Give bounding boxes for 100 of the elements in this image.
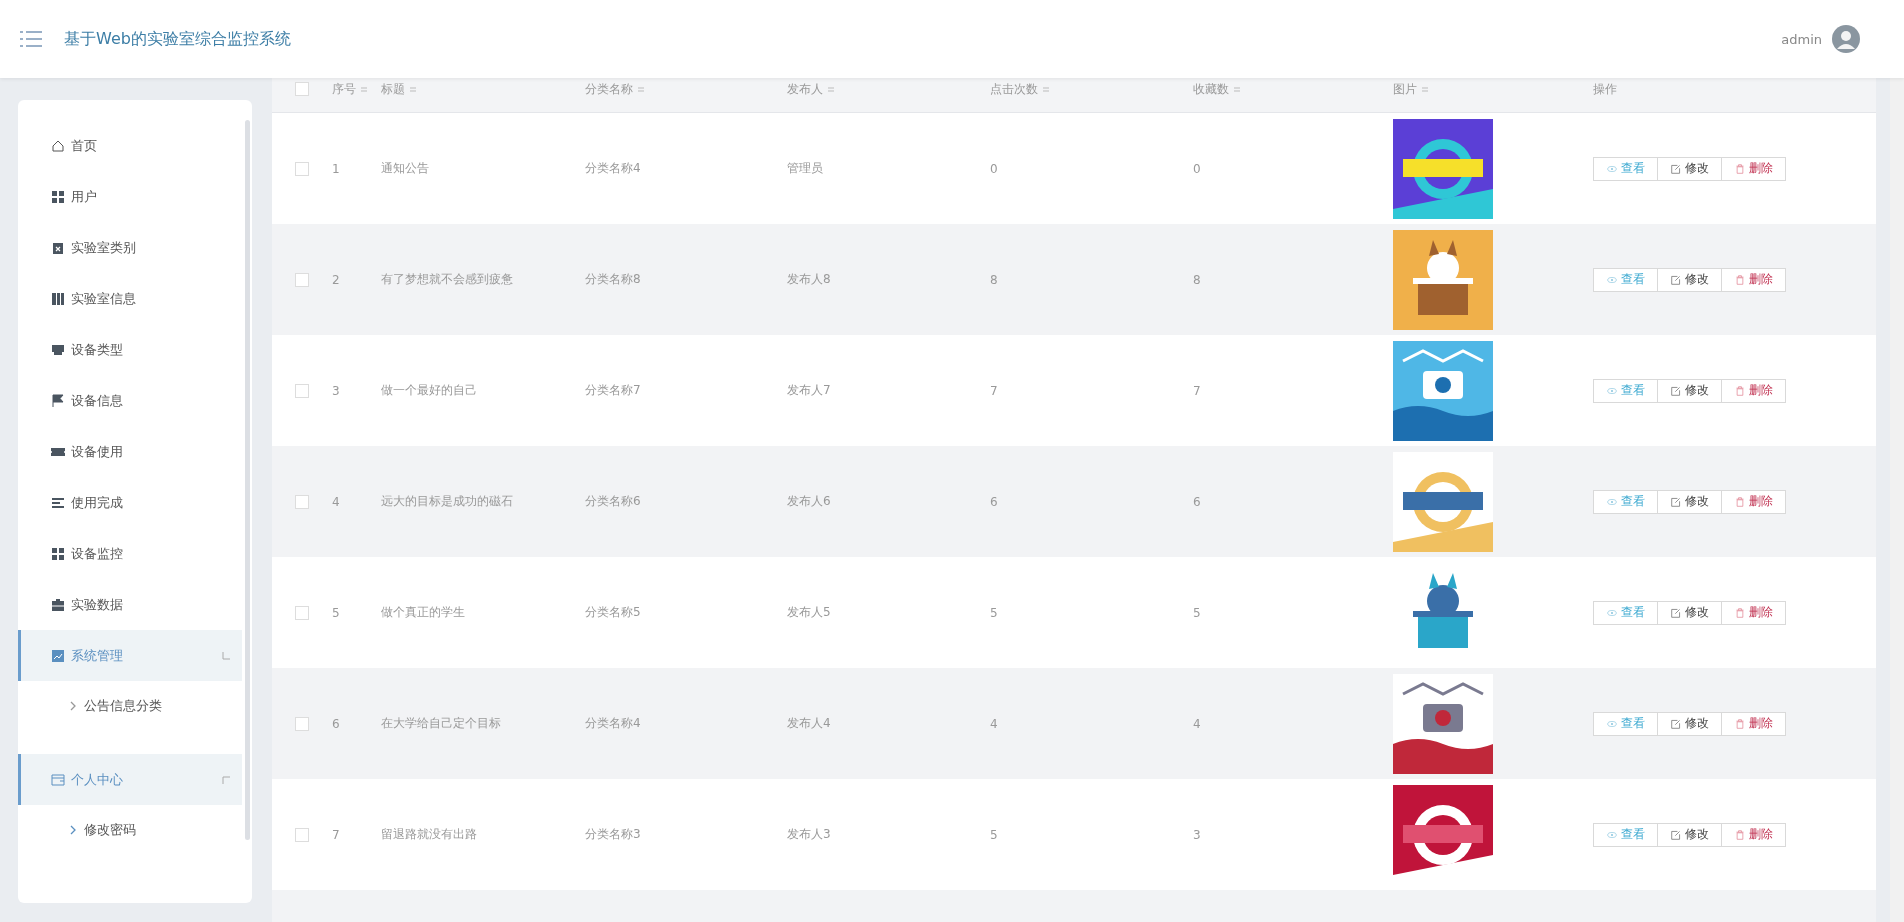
menu-item[interactable]: 实验室信息 <box>18 273 242 324</box>
table-cell-text: 7 <box>1193 383 1202 398</box>
flag-icon <box>51 393 65 408</box>
table-cell-text: 6 <box>990 494 999 509</box>
table-cell-text: 分类名称7 <box>585 382 642 399</box>
checkbox[interactable] <box>295 494 309 509</box>
edit-button[interactable]: 修改 <box>1657 711 1722 736</box>
edit-button[interactable]: 修改 <box>1657 378 1722 403</box>
corner-icon <box>222 775 230 784</box>
edit-button[interactable]: 修改 <box>1657 267 1722 292</box>
list-icon <box>51 495 65 510</box>
table-cell-text: 留退路就没有出路 <box>381 826 478 843</box>
sort-icon <box>1421 85 1429 93</box>
table-cell-text: 发布人6 <box>787 493 832 510</box>
eye-icon <box>1606 496 1617 507</box>
checkbox[interactable] <box>295 161 309 176</box>
menu-item[interactable]: 实验数据 <box>18 579 242 630</box>
table-cell-text: 有了梦想就不会感到疲惫 <box>381 271 514 288</box>
edit-icon <box>1670 718 1681 729</box>
home-icon <box>51 138 65 153</box>
table-cell-text: 7 <box>990 383 999 398</box>
edit-button[interactable]: 修改 <box>1657 600 1722 625</box>
table-cell-text: 7 <box>332 827 341 842</box>
table-cell-text: 6 <box>332 716 341 731</box>
edit-button[interactable]: 修改 <box>1657 156 1722 181</box>
checkbox[interactable] <box>295 605 309 620</box>
menu-item[interactable]: 设备监控 <box>18 528 242 579</box>
trash-icon <box>1734 274 1745 285</box>
menu-item[interactable]: 使用完成 <box>18 477 242 528</box>
menu-icon[interactable] <box>20 30 42 48</box>
edit-icon <box>1670 607 1681 618</box>
trash-icon <box>1734 163 1745 174</box>
table-cell-text: 6 <box>1193 494 1202 509</box>
submenu-item[interactable]: 修改密码 <box>18 805 252 855</box>
table-cell-text: 分类名称4 <box>585 160 642 177</box>
chart-icon <box>51 648 65 663</box>
user-name[interactable]: admin <box>1781 31 1822 47</box>
eye-icon <box>1606 718 1617 729</box>
menu-item[interactable]: 个人中心 <box>18 754 242 805</box>
chevron-icon <box>70 825 76 835</box>
book-icon <box>51 291 65 306</box>
delete-button[interactable]: 删除 <box>1721 711 1786 736</box>
table-cell-text: 发布人8 <box>787 271 832 288</box>
corner-icon <box>222 651 230 660</box>
menu-item[interactable]: 系统管理 <box>18 630 242 681</box>
checkbox[interactable] <box>295 272 309 287</box>
edit-button[interactable]: 修改 <box>1657 822 1722 847</box>
menu-item[interactable]: 首页 <box>18 120 242 171</box>
table-cell-text: 2 <box>332 272 341 287</box>
delete-button[interactable]: 删除 <box>1721 267 1786 292</box>
edit-button[interactable]: 修改 <box>1657 489 1722 514</box>
clipboard-icon <box>51 240 65 255</box>
table-cell-text: 发布人4 <box>787 715 832 732</box>
menu-item[interactable]: 实验室类别 <box>18 222 242 273</box>
delete-button[interactable]: 删除 <box>1721 600 1786 625</box>
table-cell-text: 做个真正的学生 <box>381 604 466 621</box>
avatar[interactable] <box>1832 25 1860 53</box>
trash-icon <box>1734 496 1745 507</box>
eye-icon <box>1606 829 1617 840</box>
checkbox[interactable] <box>295 82 309 96</box>
delete-button[interactable]: 删除 <box>1721 489 1786 514</box>
grid-icon <box>51 546 65 561</box>
eye-icon <box>1606 163 1617 174</box>
table-cell-text: 5 <box>1193 605 1202 620</box>
checkbox[interactable] <box>295 827 309 842</box>
table-cell-text: 分类名称3 <box>585 826 642 843</box>
checkbox[interactable] <box>295 716 309 731</box>
table-cell-text: 1 <box>332 161 341 176</box>
eye-icon <box>1606 607 1617 618</box>
menu-item[interactable]: 用户 <box>18 171 242 222</box>
table-cell-text: 8 <box>990 272 999 287</box>
sort-icon <box>409 85 417 93</box>
table-cell-text: 分类名称5 <box>585 604 642 621</box>
table-cell-text: 0 <box>1193 161 1202 176</box>
table-cell-text: 3 <box>1193 827 1202 842</box>
edit-icon <box>1670 496 1681 507</box>
delete-button[interactable]: 删除 <box>1721 822 1786 847</box>
menu-item[interactable]: 设备使用 <box>18 426 242 477</box>
eye-icon <box>1606 385 1617 396</box>
trash-icon <box>1734 829 1745 840</box>
submenu-item[interactable]: 公告信息分类 <box>18 681 252 731</box>
delete-button[interactable]: 删除 <box>1721 156 1786 181</box>
menu-item[interactable]: 设备类型 <box>18 324 242 375</box>
briefcase-icon <box>51 597 65 612</box>
checkbox[interactable] <box>295 383 309 398</box>
table-cell-text: 发布人5 <box>787 604 832 621</box>
table-cell-text: 0 <box>990 161 999 176</box>
sort-icon <box>1042 85 1050 93</box>
menu-item[interactable]: 设备信息 <box>18 375 242 426</box>
sort-icon <box>637 85 645 93</box>
table-cell-text: 5 <box>332 605 341 620</box>
eye-icon <box>1606 274 1617 285</box>
delete-button[interactable]: 删除 <box>1721 378 1786 403</box>
chevron-icon <box>70 701 76 711</box>
table-cell-text: 4 <box>990 716 999 731</box>
tray-icon <box>51 342 65 357</box>
wallet-icon <box>51 772 65 787</box>
trash-icon <box>1734 607 1745 618</box>
table-cell-text: 分类名称8 <box>585 271 642 288</box>
table-cell-text: 3 <box>332 383 341 398</box>
